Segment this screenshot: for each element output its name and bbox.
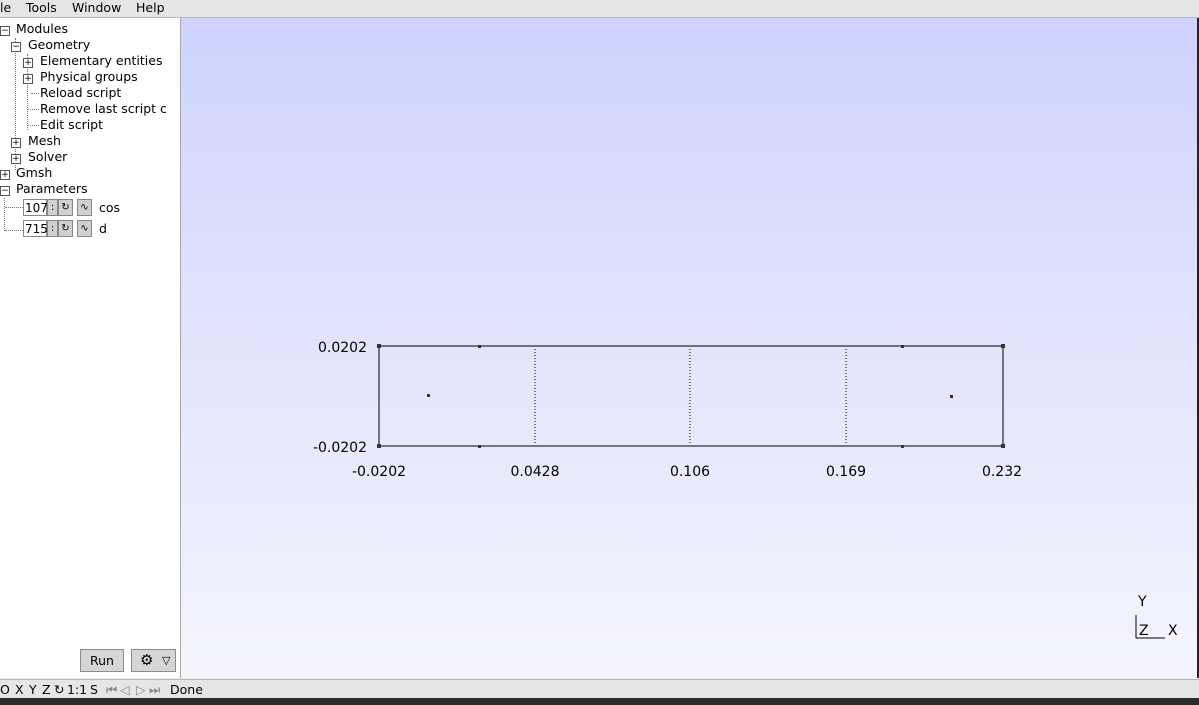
last-step-icon[interactable]: ⏭ [149, 681, 160, 698]
tree-connector [31, 93, 39, 94]
expand-mesh-toggle[interactable]: + [11, 138, 21, 148]
view-y-button[interactable]: Y [29, 681, 37, 698]
tree-item-gmsh[interactable]: Gmsh [16, 165, 52, 181]
menu-help[interactable]: Help [136, 0, 165, 17]
menu-tools[interactable]: Tools [26, 0, 57, 17]
tree-item-elementary-entities[interactable]: Elementary entities [40, 53, 163, 69]
parameter-name: d [99, 221, 107, 236]
menu-window[interactable]: Window [72, 0, 121, 17]
graph-icon[interactable]: ∿ [77, 220, 92, 237]
tree-connector [5, 230, 23, 231]
menu-bar: le Tools Window Help [0, 0, 1199, 18]
tree-item-remove-last-script-command[interactable]: Remove last script co [40, 101, 166, 117]
gear-icon: ⚙ [140, 651, 154, 669]
tree-item-physical-groups[interactable]: Physical groups [40, 69, 138, 85]
run-button[interactable]: Run [80, 649, 124, 672]
geometry-point [478, 345, 481, 348]
tree-item-reload-script[interactable]: Reload script [40, 85, 121, 101]
expand-gmsh-toggle[interactable]: + [0, 170, 10, 180]
status-message: Done [170, 682, 203, 697]
rotate-icon[interactable]: ↻ [54, 681, 64, 698]
tree-item-edit-script[interactable]: Edit script [40, 117, 103, 133]
graphics-viewport[interactable]: 0.0202 -0.0202 -0.0202 0.0428 0.106 0.16… [181, 18, 1197, 678]
tree-item-geometry[interactable]: Geometry [28, 37, 90, 53]
loop-icon[interactable]: ↻ [58, 220, 73, 237]
y-tick-label: 0.0202 [318, 340, 367, 356]
geometry-point [901, 445, 904, 448]
geometry-point [377, 444, 381, 448]
axis-triad-y-label: Y [1137, 594, 1147, 610]
tree-connector [28, 125, 39, 126]
taskbar [0, 698, 1199, 705]
tree-connector [15, 38, 16, 170]
collapse-parameters-toggle[interactable]: − [0, 186, 10, 196]
module-tree: − Modules − Geometry + Elementary entiti… [0, 18, 181, 678]
tree-item-mesh[interactable]: Mesh [28, 133, 61, 149]
geometry-point [478, 445, 481, 448]
scale-button[interactable]: 1:1 [67, 681, 87, 698]
geometry-outline [378, 345, 1004, 447]
tree-item-modules[interactable]: Modules [16, 21, 68, 37]
loop-icon[interactable]: ↻ [58, 199, 73, 216]
axis-triad-x-label: X [1168, 623, 1178, 639]
geometry-point [950, 395, 953, 398]
tree-connector [4, 198, 5, 231]
x-tick-label: 0.169 [826, 464, 866, 480]
tree-connector [5, 207, 23, 208]
x-tick-label: 0.232 [982, 464, 1022, 480]
run-options-button[interactable]: ⚙ ▽ [131, 649, 176, 672]
tree-item-solver[interactable]: Solver [28, 149, 67, 165]
geometry-canvas: 0.0202 -0.0202 -0.0202 0.0428 0.106 0.16… [313, 340, 1178, 639]
status-bar: O X Y Z ↻ 1:1 S ⏮ ◁ ▷ ⏭ Done [0, 679, 1199, 699]
y-tick-label: -0.0202 [313, 440, 367, 456]
menu-file[interactable]: le [0, 0, 11, 17]
geometry-point [1001, 444, 1005, 448]
view-z-button[interactable]: Z [42, 681, 51, 698]
x-tick-label: 0.0428 [511, 464, 560, 480]
geometry-point [427, 394, 430, 397]
geometry-point [1001, 344, 1005, 348]
expand-solver-toggle[interactable]: + [11, 154, 21, 164]
select-button[interactable]: S [90, 681, 98, 698]
next-step-icon[interactable]: ▷ [136, 681, 146, 698]
parameter-menu-button[interactable]: : [47, 199, 58, 216]
x-tick-label: 0.106 [670, 464, 710, 480]
view-origin-button[interactable]: O [0, 681, 10, 698]
collapse-modules-toggle[interactable]: − [0, 26, 10, 36]
graph-icon[interactable]: ∿ [77, 199, 92, 216]
geometry-point [377, 344, 381, 348]
first-step-icon[interactable]: ⏮ [106, 681, 117, 698]
view-x-button[interactable]: X [15, 681, 24, 698]
axis-triad-z-label: Z [1139, 623, 1149, 639]
collapse-geometry-toggle[interactable]: − [11, 42, 21, 52]
expand-elementary-entities-toggle[interactable]: + [23, 58, 33, 68]
parameter-value-input[interactable]: 107 [23, 199, 48, 216]
parameter-menu-button[interactable]: : [47, 220, 58, 237]
parameter-value-input[interactable]: 715 [23, 220, 48, 237]
dropdown-arrow-icon: ▽ [162, 654, 171, 667]
expand-physical-groups-toggle[interactable]: + [23, 74, 33, 84]
tree-connector [28, 109, 39, 110]
parameter-name: cos [99, 200, 121, 215]
tree-item-parameters[interactable]: Parameters [16, 181, 88, 197]
x-tick-label: -0.0202 [352, 464, 406, 480]
previous-step-icon[interactable]: ◁ [120, 681, 130, 698]
geometry-point [901, 345, 904, 348]
